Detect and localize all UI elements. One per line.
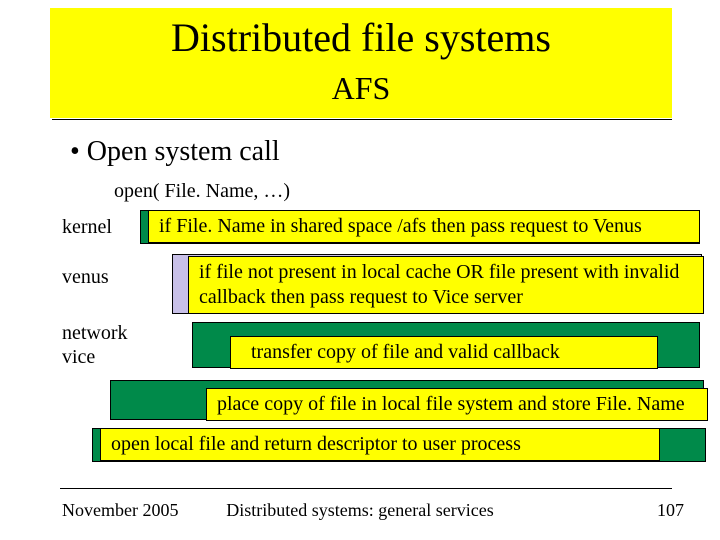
step-box-2: if file not present in local cache OR fi… <box>188 256 704 314</box>
label-venus: venus <box>62 266 109 289</box>
label-vice: vice <box>62 346 95 369</box>
label-kernel: kernel <box>62 216 112 239</box>
footer-page-number: 107 <box>657 500 684 521</box>
footer-title: Distributed systems: general services <box>0 500 720 521</box>
page-subtitle: AFS <box>50 70 672 107</box>
label-network: network <box>62 322 128 345</box>
page-title: Distributed file systems <box>50 14 672 61</box>
step-box-4: place copy of file in local file system … <box>206 388 708 421</box>
step-box-1: if File. Name in shared space /afs then … <box>148 210 700 243</box>
footer-rule <box>60 488 672 489</box>
step-box-5: open local file and return descriptor to… <box>100 428 660 461</box>
header-underline <box>52 119 672 120</box>
bullet-open-call: • Open system call <box>70 136 280 168</box>
code-open-call: open( File. Name, …) <box>114 180 290 203</box>
step-box-3: transfer copy of file and valid callback <box>230 336 658 369</box>
header-band: Distributed file systems AFS <box>50 8 672 118</box>
